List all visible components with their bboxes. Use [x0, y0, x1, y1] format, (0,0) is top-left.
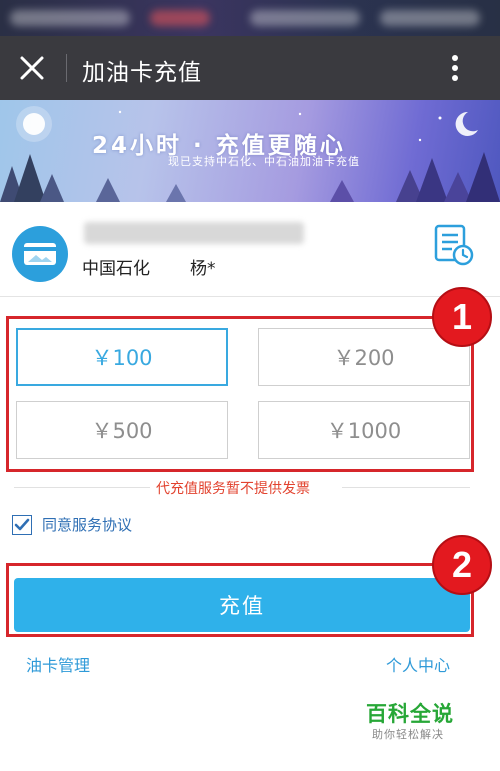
amount-option-200[interactable]: ￥200 [258, 328, 470, 386]
status-blur [250, 10, 360, 26]
status-blur [10, 10, 130, 26]
amount-option-1000[interactable]: ￥1000 [258, 401, 470, 459]
agreement-link[interactable]: 同意服务协议 [42, 514, 132, 535]
recharge-button[interactable]: 充值 [14, 578, 470, 632]
watermark-title: 百科全说 [366, 702, 454, 726]
nav-bar: 加油卡充值 [0, 36, 500, 100]
nav-divider [66, 54, 67, 82]
notice-divider [14, 487, 150, 488]
checkmark-icon [14, 518, 30, 531]
amount-option-100[interactable]: ￥100 [16, 328, 228, 386]
card-management-link[interactable]: 油卡管理 [26, 652, 90, 676]
status-blur [380, 10, 480, 26]
card-info [0, 202, 500, 296]
status-bar [0, 0, 500, 36]
invoice-notice: 代充值服务暂不提供发票 [156, 481, 310, 497]
amount-option-500[interactable]: ￥500 [16, 401, 228, 459]
more-vertical-icon[interactable] [440, 50, 470, 86]
notice-divider [342, 487, 470, 488]
annotation-badge-1: 1 [432, 287, 492, 347]
banner-subtitle: 现已支持中石化、中石油加油卡充值 [168, 155, 360, 168]
divider [0, 296, 500, 297]
status-blur [150, 10, 210, 26]
card-icon [12, 226, 68, 282]
card-owner: 杨* [190, 259, 216, 279]
watermark-subtitle: 助你轻松解决 [372, 728, 444, 741]
page-title: 加油卡充值 [82, 60, 202, 86]
card-company: 中国石化 [82, 259, 150, 279]
agreement-checkbox[interactable] [12, 515, 32, 535]
bill-history-icon[interactable] [430, 222, 476, 268]
close-icon[interactable] [14, 50, 50, 86]
card-number-blurred [84, 222, 304, 244]
personal-center-link[interactable]: 个人中心 [386, 652, 450, 676]
annotation-badge-2: 2 [432, 535, 492, 595]
